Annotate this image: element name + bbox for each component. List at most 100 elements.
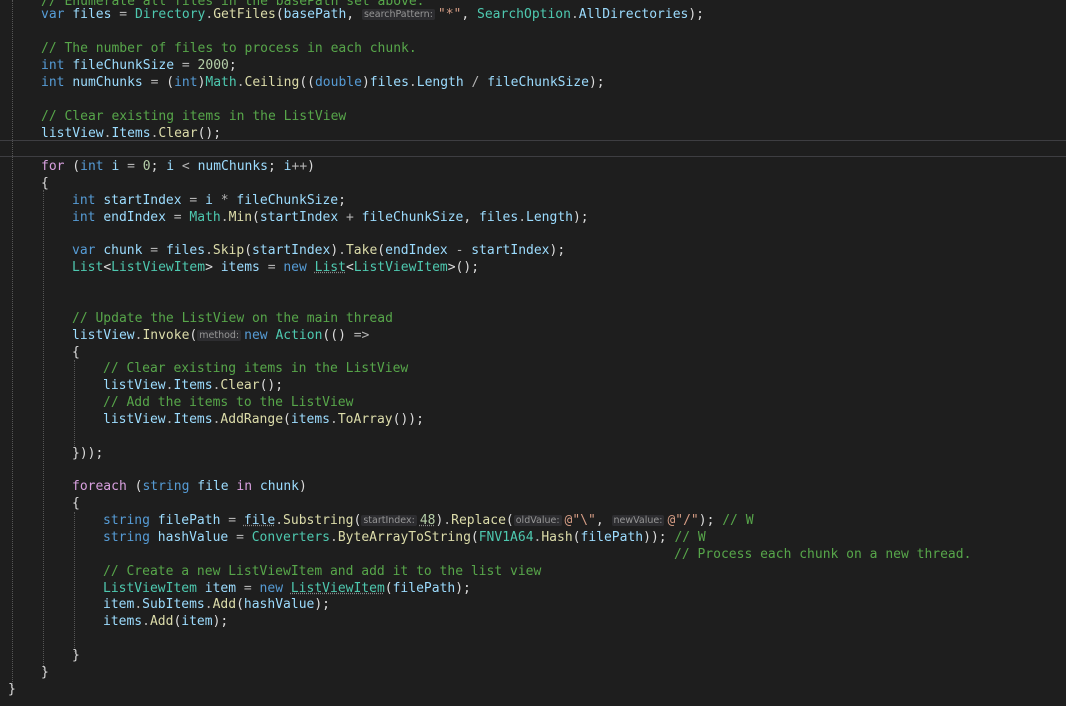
inlay-hint: startIndex: bbox=[361, 515, 417, 526]
code-editor[interactable]: // Enumerate all files in the basePath s… bbox=[0, 0, 1066, 706]
code-line[interactable]: foreach (string file in chunk) bbox=[72, 478, 307, 495]
code-line[interactable]: int numChunks = (int)Math.Ceiling((doubl… bbox=[41, 74, 605, 91]
code-token: AllDirectories bbox=[578, 7, 689, 22]
code-token: < bbox=[345, 260, 354, 275]
code-line[interactable]: // Process each chunk on a new thread. bbox=[674, 546, 971, 563]
code-token: . bbox=[443, 513, 452, 528]
code-token: // Add the items to the ListView bbox=[103, 395, 354, 410]
code-token: Clear bbox=[220, 378, 260, 393]
code-line[interactable]: // Create a new ListViewItem and add it … bbox=[103, 563, 541, 580]
code-token: . bbox=[570, 7, 579, 22]
code-token: })); bbox=[72, 446, 104, 461]
code-line[interactable]: for (int i = 0; i < numChunks; i++) bbox=[41, 158, 315, 175]
code-token: } bbox=[41, 665, 49, 680]
code-line[interactable]: listView.Invoke(method: new Action(() => bbox=[72, 327, 369, 344]
code-line[interactable]: // The number of files to process in eac… bbox=[41, 40, 417, 57]
code-line[interactable]: } bbox=[41, 664, 49, 681]
code-line[interactable]: })); bbox=[72, 445, 103, 462]
code-line[interactable]: { bbox=[72, 344, 80, 361]
code-token: ; bbox=[150, 159, 167, 174]
code-token: // W bbox=[674, 530, 706, 545]
code-token: Clear bbox=[158, 126, 198, 141]
code-line[interactable]: item.SubItems.Add(hashValue); bbox=[103, 596, 330, 613]
code-token: ListViewItem bbox=[103, 581, 197, 596]
code-token: double bbox=[314, 75, 362, 90]
code-line[interactable]: var chunk = files.Skip(startIndex).Take(… bbox=[72, 242, 565, 259]
code-line[interactable]: { bbox=[41, 175, 49, 192]
code-token: files bbox=[479, 210, 519, 225]
code-token: int bbox=[174, 75, 198, 90]
code-token: // Clear existing items in the ListView bbox=[41, 109, 347, 124]
code-line[interactable]: // Clear existing items in the ListView bbox=[41, 108, 346, 125]
code-line[interactable]: items.Add(item); bbox=[103, 613, 228, 630]
code-line[interactable]: listView.Items.Clear(); bbox=[41, 125, 221, 142]
code-token: int bbox=[72, 193, 96, 208]
code-token: } bbox=[8, 682, 16, 697]
code-line[interactable]: List<ListViewItem> items = new List<List… bbox=[72, 259, 479, 276]
code-token: ); bbox=[698, 513, 723, 528]
current-line-border bbox=[0, 156, 1066, 157]
code-token: string bbox=[103, 513, 150, 528]
code-token: AddRange bbox=[220, 412, 284, 427]
indent-guide bbox=[74, 360, 75, 446]
code-token: Items bbox=[173, 412, 213, 427]
code-token: item bbox=[103, 597, 135, 612]
code-line[interactable]: listView.Items.Clear(); bbox=[103, 377, 283, 394]
code-token: i bbox=[166, 159, 175, 174]
code-line[interactable]: int endIndex = Math.Min(startIndex + fil… bbox=[72, 209, 589, 226]
code-line[interactable]: int startIndex = i * fileChunkSize; bbox=[72, 192, 346, 209]
code-token: new bbox=[244, 328, 268, 343]
code-line[interactable]: listView.Items.AddRange(items.ToArray())… bbox=[103, 411, 424, 428]
code-token: listView bbox=[103, 378, 166, 393]
code-token: (); bbox=[197, 126, 222, 141]
code-token: fileChunkSize bbox=[487, 75, 589, 90]
code-token: (( bbox=[299, 75, 315, 90]
code-token: (() bbox=[322, 328, 354, 343]
code-token: . bbox=[220, 210, 229, 225]
code-token: )); bbox=[643, 530, 667, 545]
code-token: int bbox=[80, 159, 104, 174]
code-token: . bbox=[205, 243, 213, 258]
code-token: ( bbox=[572, 530, 581, 545]
code-token: ( bbox=[384, 581, 393, 596]
code-token: i bbox=[283, 159, 292, 174]
code-token: items bbox=[290, 412, 331, 427]
code-token: Items bbox=[111, 126, 151, 141]
code-token: = bbox=[127, 159, 135, 174]
code-token: hashValue bbox=[157, 530, 229, 545]
code-token: Action bbox=[275, 328, 323, 343]
code-token: = bbox=[119, 7, 128, 22]
code-line[interactable]: ListViewItem item = new ListViewItem(fil… bbox=[103, 580, 471, 597]
code-line[interactable]: { bbox=[72, 495, 80, 512]
code-line[interactable]: string filePath = file.Substring(startIn… bbox=[103, 512, 754, 529]
code-token: @"\" bbox=[564, 513, 596, 528]
code-line[interactable]: string hashValue = Converters.ByteArrayT… bbox=[103, 529, 706, 546]
code-token: 48 bbox=[419, 513, 436, 528]
code-token: Math bbox=[189, 210, 221, 225]
code-token: ) bbox=[307, 159, 315, 174]
code-token: ( bbox=[158, 75, 175, 90]
code-line[interactable]: // Clear existing items in the ListView bbox=[103, 360, 408, 377]
code-token: ); bbox=[588, 75, 605, 90]
code-line[interactable]: // Add the items to the ListView bbox=[103, 394, 353, 411]
code-token: . bbox=[236, 75, 245, 90]
code-line[interactable]: } bbox=[8, 681, 16, 698]
code-token: int bbox=[41, 58, 65, 73]
code-token: = bbox=[181, 58, 190, 73]
code-token: . bbox=[338, 243, 346, 258]
code-line[interactable]: int fileChunkSize = 2000; bbox=[41, 57, 237, 74]
code-token: List bbox=[72, 260, 104, 275]
code-token: ; bbox=[338, 193, 346, 208]
code-line[interactable]: } bbox=[72, 647, 80, 664]
code-line[interactable]: var files = Directory. GetFiles(basePath,… bbox=[41, 6, 704, 23]
code-line[interactable]: // Update the ListView on the main threa… bbox=[72, 310, 393, 327]
